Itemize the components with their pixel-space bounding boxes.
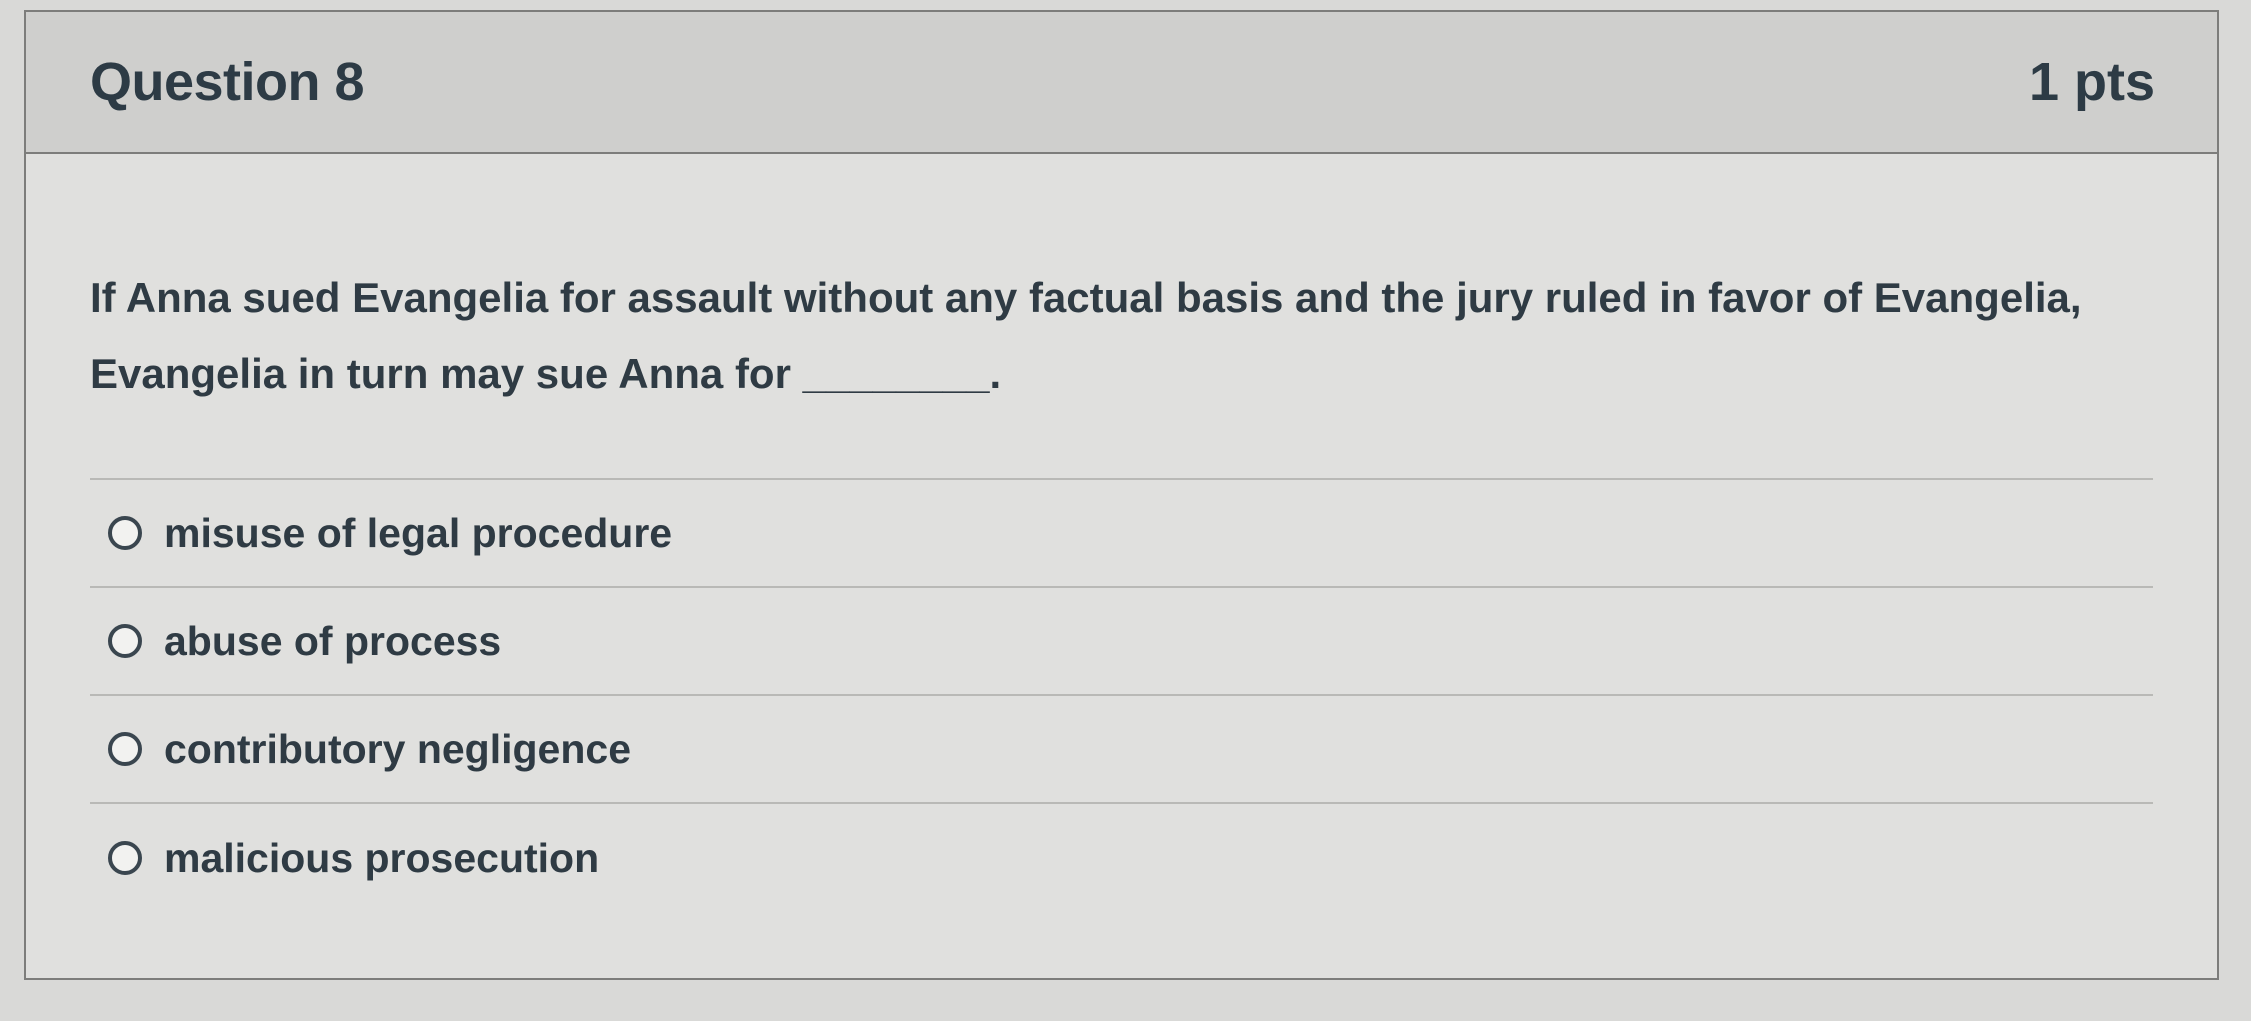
answer-option-misuse-of-legal-procedure[interactable]: misuse of legal procedure	[90, 480, 2153, 588]
answer-label[interactable]: misuse of legal procedure	[164, 510, 672, 557]
radio-button-icon[interactable]	[108, 624, 142, 658]
answer-list: misuse of legal procedure abuse of proce…	[90, 478, 2153, 912]
answer-label[interactable]: contributory negligence	[164, 726, 631, 773]
answer-option-abuse-of-process[interactable]: abuse of process	[90, 588, 2153, 696]
radio-button-icon[interactable]	[108, 732, 142, 766]
answer-option-contributory-negligence[interactable]: contributory negligence	[90, 696, 2153, 804]
radio-button-icon[interactable]	[108, 516, 142, 550]
answer-label[interactable]: malicious prosecution	[164, 835, 599, 882]
question-body: If Anna sued Evangelia for assault witho…	[26, 154, 2217, 912]
answer-label[interactable]: abuse of process	[164, 618, 501, 665]
question-text: If Anna sued Evangelia for assault witho…	[90, 274, 2082, 397]
radio-button-icon[interactable]	[108, 841, 142, 875]
question-title: Question 8	[90, 52, 365, 112]
answer-option-malicious-prosecution[interactable]: malicious prosecution	[90, 804, 2153, 912]
question-points: 1 pts	[2028, 52, 2155, 112]
question-header: Question 8 1 pts	[26, 12, 2217, 154]
question-card: Question 8 1 pts If Anna sued Evangelia …	[24, 10, 2219, 980]
